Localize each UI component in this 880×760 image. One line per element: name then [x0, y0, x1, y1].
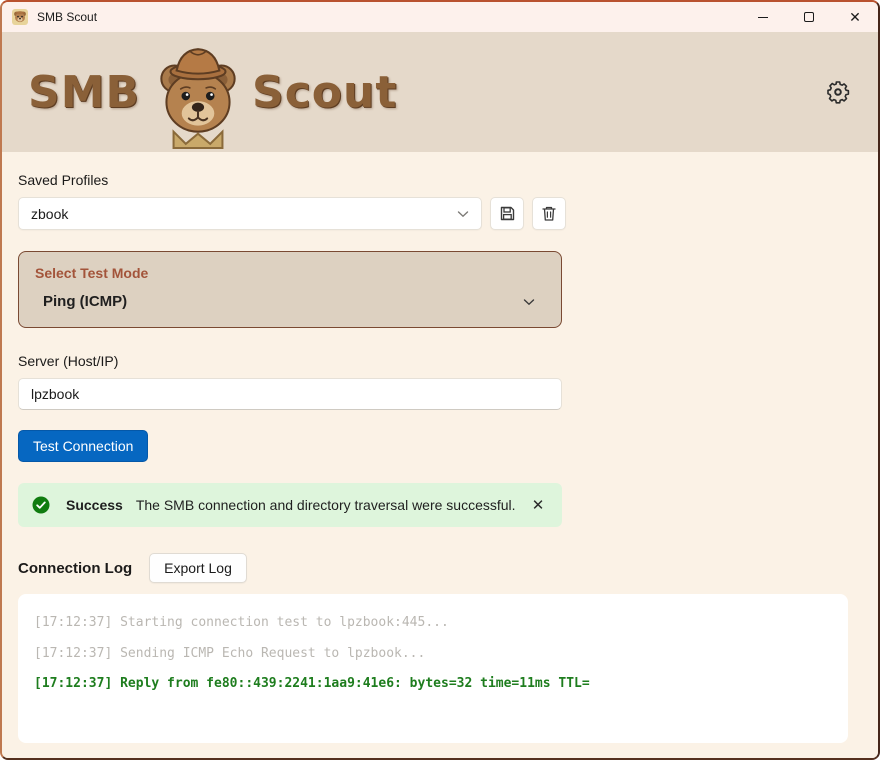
test-mode-label: Select Test Mode	[35, 265, 545, 281]
close-button[interactable]: ✕	[832, 2, 878, 32]
server-input[interactable]	[18, 378, 562, 410]
saved-profiles-label: Saved Profiles	[18, 172, 862, 188]
export-log-button[interactable]: Export Log	[149, 553, 247, 583]
log-header: Connection Log Export Log	[18, 553, 862, 583]
minimize-icon	[758, 17, 768, 18]
alert-title: Success	[66, 497, 123, 513]
alert-message: The SMB connection and directory travers…	[136, 497, 528, 513]
test-mode-select[interactable]: Ping (ICMP)	[35, 293, 545, 310]
logo-text-smb: SMB	[28, 67, 140, 118]
test-mode-panel: Select Test Mode Ping (ICMP)	[18, 251, 562, 328]
chevron-down-icon	[457, 210, 469, 218]
maximize-button[interactable]	[786, 2, 832, 32]
titlebar: SMB Scout ✕	[2, 2, 878, 32]
close-icon: ✕	[849, 10, 861, 24]
bear-scout-logo-icon	[146, 38, 250, 150]
test-mode-value: Ping (ICMP)	[43, 293, 127, 310]
log-entry: [17:12:37] Sending ICMP Echo Request to …	[34, 639, 832, 670]
save-icon	[499, 205, 516, 222]
gear-icon	[826, 80, 850, 104]
chevron-down-icon	[523, 298, 535, 306]
maximize-icon	[804, 12, 814, 22]
app-logo: SMB	[28, 34, 397, 150]
log-entry: [17:12:37] Reply from fe80::439:2241:1aa…	[34, 669, 832, 700]
app-header: SMB	[2, 32, 878, 152]
app-bear-icon	[12, 9, 28, 25]
app-window: SMB Scout ✕ SMB	[0, 0, 880, 760]
check-circle-icon	[32, 496, 50, 514]
connection-log-label: Connection Log	[18, 560, 132, 577]
server-label: Server (Host/IP)	[18, 353, 862, 369]
profile-select[interactable]: zbook	[18, 197, 482, 230]
main-content: Saved Profiles zbook	[2, 152, 878, 758]
save-profile-button[interactable]	[490, 197, 524, 230]
settings-button[interactable]	[826, 80, 850, 104]
connection-log-output[interactable]: [17:12:37] Starting connection test to l…	[18, 594, 848, 743]
profile-row: zbook	[18, 197, 862, 230]
logo-text-scout: Scout	[252, 67, 397, 118]
delete-profile-button[interactable]	[532, 197, 566, 230]
window-title: SMB Scout	[37, 10, 97, 24]
trash-icon	[541, 205, 557, 222]
log-entry: [17:12:37] Starting connection test to l…	[34, 608, 832, 639]
profile-selected-value: zbook	[31, 206, 68, 222]
alert-close-icon[interactable]: ✕	[528, 495, 548, 515]
success-alert: Success The SMB connection and directory…	[18, 483, 562, 527]
minimize-button[interactable]	[740, 2, 786, 32]
test-connection-button[interactable]: Test Connection	[18, 430, 148, 462]
